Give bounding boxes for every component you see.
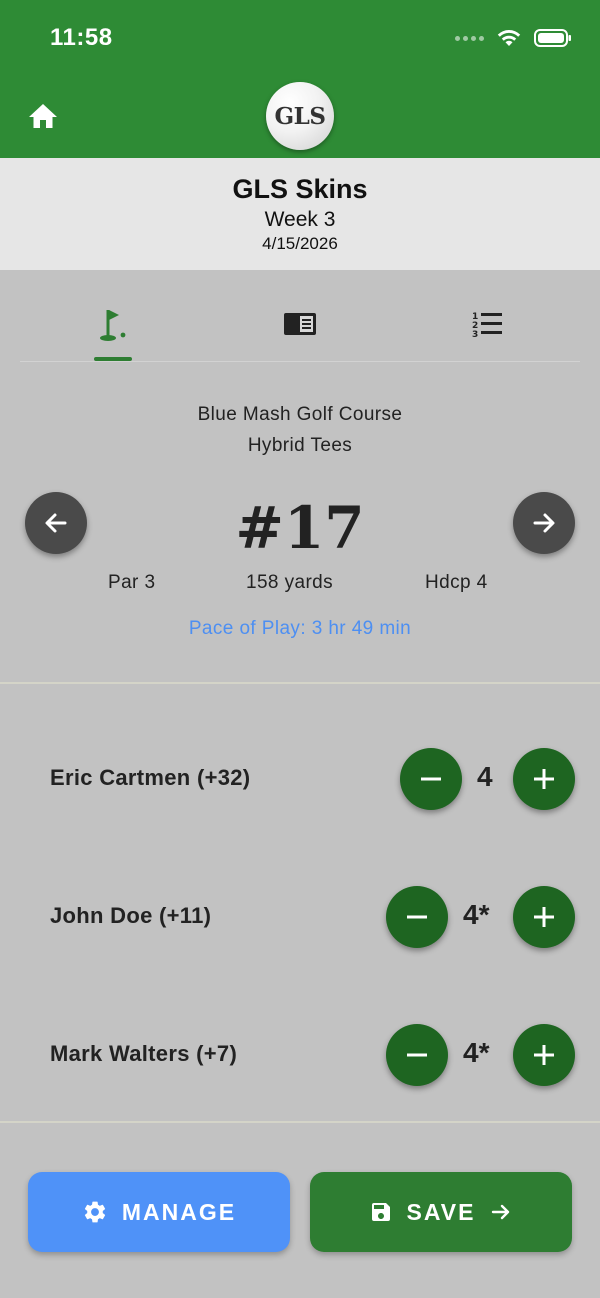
hole-handicap: Hdcp 4: [425, 572, 488, 593]
player-name: John Doe (+11): [50, 903, 212, 928]
pace-of-play: Pace of Play: 3 hr 49 min: [188, 618, 412, 639]
numbered-list-icon: 1 2 3: [472, 312, 502, 340]
gls-logo: GLS: [266, 82, 334, 150]
next-hole-button[interactable]: [513, 492, 575, 554]
hole-par: Par 3: [108, 572, 156, 593]
minus-icon: [407, 915, 427, 919]
event-week: Week 3: [264, 208, 336, 231]
player-name: Mark Walters (+7): [50, 1041, 238, 1066]
player-row: Mark Walters (+7) 4*: [0, 1022, 600, 1086]
increment-score-button[interactable]: [513, 1024, 575, 1086]
course-name: Blue Mash Golf Course: [197, 404, 403, 425]
decrement-score-button[interactable]: [400, 748, 462, 810]
cellular-signal-icon: [455, 35, 484, 41]
increment-score-button[interactable]: [513, 748, 575, 810]
home-icon[interactable]: [26, 100, 60, 132]
player-row: Eric Cartmen (+32) 4: [0, 746, 600, 810]
plus-icon: [534, 907, 554, 927]
save-button[interactable]: SAVE: [310, 1172, 572, 1252]
minus-icon: [407, 1053, 427, 1057]
event-header: GLS Skins Week 3 4/15/2026: [0, 158, 600, 270]
logo-text: GLS: [274, 102, 326, 130]
app-header: 11:58 GLS: [0, 0, 600, 158]
plus-icon: [534, 769, 554, 789]
save-button-label: SAVE: [406, 1198, 476, 1225]
active-tab-indicator: [94, 357, 132, 361]
manage-button[interactable]: MANAGE: [28, 1172, 290, 1252]
scorecard-icon: [284, 313, 316, 335]
decrement-score-button[interactable]: [386, 886, 448, 948]
tab-hole[interactable]: [83, 300, 143, 360]
arrow-right-icon: [533, 513, 555, 533]
event-title: GLS Skins: [232, 174, 368, 204]
wifi-icon: [497, 30, 521, 46]
plus-icon: [534, 1045, 554, 1065]
hole-number: #17: [235, 494, 365, 562]
player-name: Eric Cartmen (+32): [50, 765, 251, 790]
floppy-disk-icon: [371, 1203, 390, 1221]
golf-flag-icon: [100, 310, 126, 341]
gear-icon: [84, 1201, 105, 1223]
increment-score-button[interactable]: [513, 886, 575, 948]
player-score: 4: [477, 761, 493, 792]
event-date: 4/15/2026: [262, 234, 338, 253]
tab-scorecard[interactable]: [270, 300, 330, 360]
status-time: 11:58: [50, 24, 113, 51]
divider: [0, 682, 600, 684]
svg-text:3: 3: [472, 330, 478, 340]
minus-icon: [421, 777, 441, 781]
player-score: 4*: [463, 1037, 490, 1068]
tee-name: Hybrid Tees: [247, 435, 353, 456]
divider: [0, 1121, 600, 1123]
battery-icon: [534, 29, 571, 47]
player-score: 4*: [463, 899, 490, 930]
status-icons: [455, 26, 572, 50]
player-row: John Doe (+11) 4*: [0, 884, 600, 948]
tab-bar: 1 2 3: [20, 300, 580, 362]
hole-yards: 158 yards: [246, 572, 334, 593]
arrow-right-icon: [492, 1204, 510, 1220]
tab-leaderboard[interactable]: 1 2 3: [457, 300, 517, 360]
manage-button-label: MANAGE: [121, 1198, 237, 1225]
decrement-score-button[interactable]: [386, 1024, 448, 1086]
